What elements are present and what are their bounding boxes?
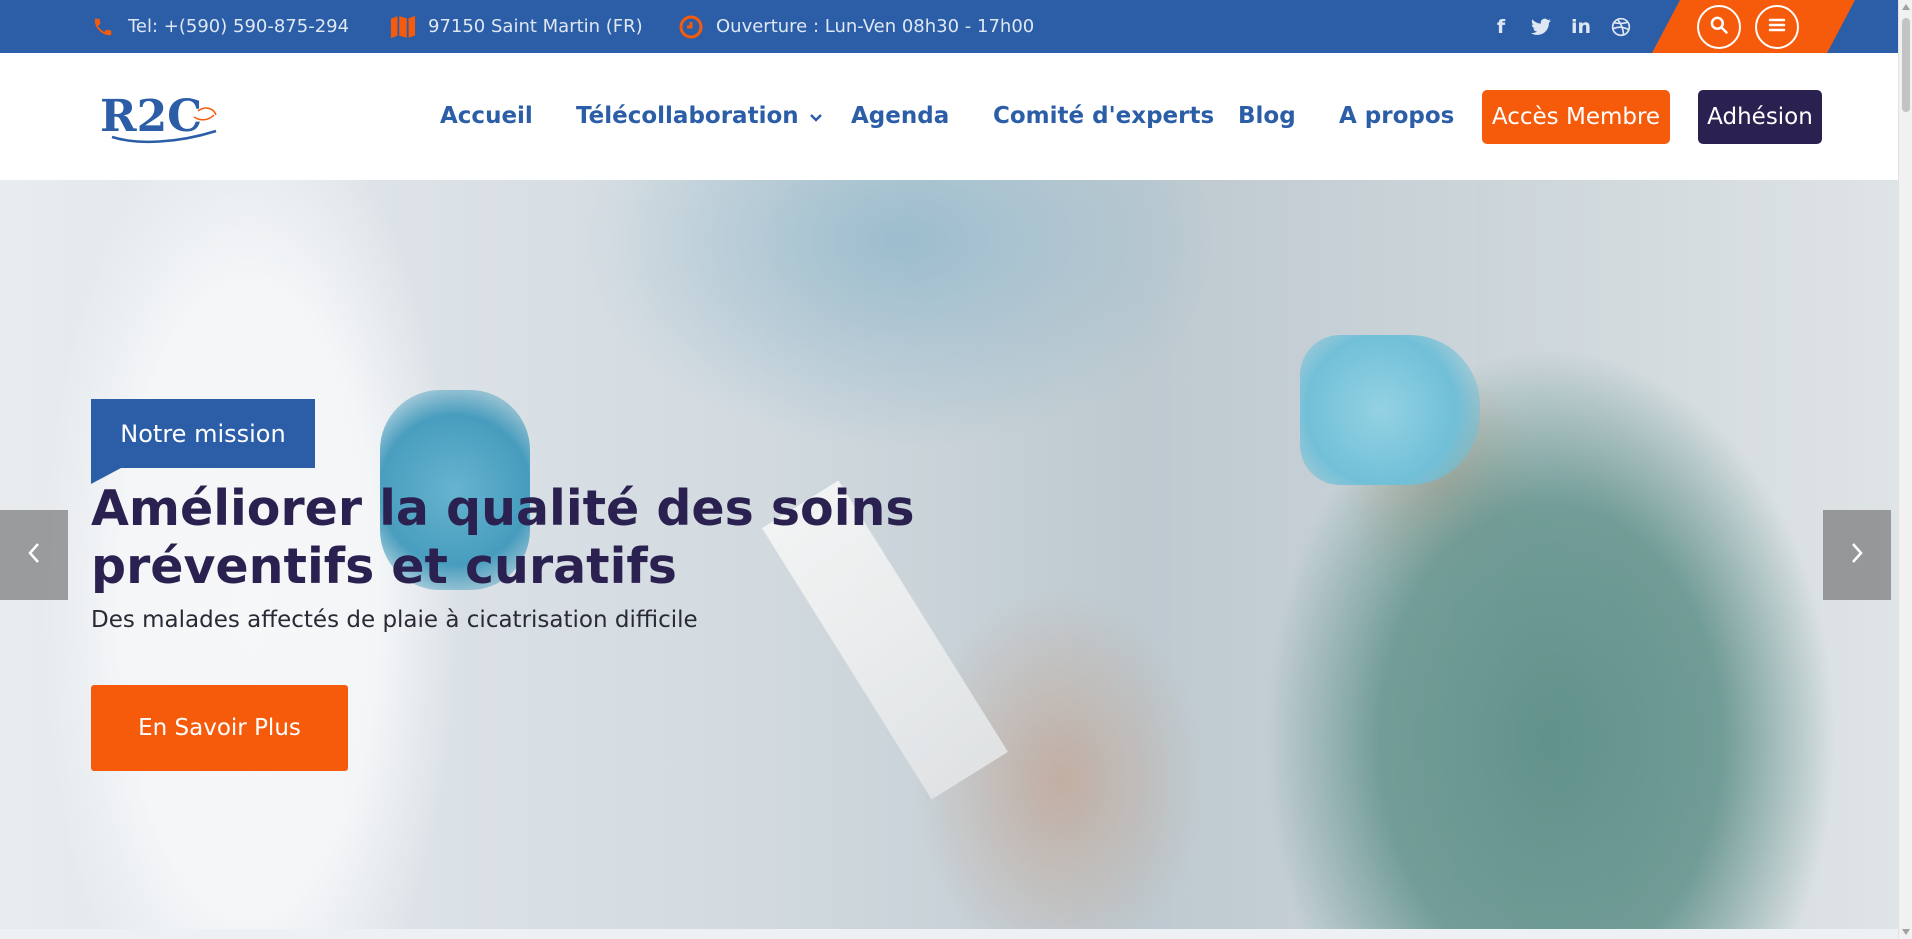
- scroll-down-icon[interactable]: [1902, 929, 1910, 935]
- menu-icon: [1767, 16, 1787, 38]
- search-icon: [1709, 15, 1729, 39]
- nav-telecollaboration-label: Télécollaboration: [576, 103, 799, 129]
- chevron-down-icon: [809, 103, 823, 129]
- nav-telecollaboration[interactable]: Télécollaboration: [576, 103, 823, 129]
- main-header: R2C Accueil Télécollaboration Agenda Com…: [0, 53, 1898, 180]
- social-links: f in: [1490, 0, 1632, 53]
- chevron-right-icon: [1849, 541, 1865, 569]
- site-logo[interactable]: R2C: [98, 89, 232, 145]
- member-access-button[interactable]: Accès Membre: [1482, 90, 1670, 144]
- dribbble-icon[interactable]: [1610, 16, 1632, 38]
- search-button[interactable]: [1697, 5, 1741, 49]
- page-scrollbar[interactable]: [1898, 0, 1912, 939]
- mission-badge: Notre mission: [91, 399, 315, 484]
- learn-more-button[interactable]: En Savoir Plus: [91, 685, 348, 771]
- phone-text: Tel: +(590) 590-875-294: [128, 16, 350, 37]
- slider-next-button[interactable]: [1823, 510, 1891, 600]
- facebook-icon[interactable]: f: [1490, 16, 1512, 38]
- linkedin-icon[interactable]: in: [1570, 16, 1592, 38]
- scroll-thumb[interactable]: [1902, 18, 1910, 112]
- nav-agenda[interactable]: Agenda: [851, 103, 949, 129]
- chevron-left-icon: [26, 541, 42, 569]
- hours-info: Ouverture : Lun-Ven 08h30 - 17h00: [678, 0, 1034, 53]
- nav-blog[interactable]: Blog: [1238, 103, 1296, 129]
- phone-icon: [90, 14, 116, 40]
- map-icon: [390, 14, 416, 40]
- scroll-up-icon[interactable]: [1902, 4, 1910, 10]
- logo-text: R2C: [100, 91, 202, 142]
- hours-text: Ouverture : Lun-Ven 08h30 - 17h00: [716, 16, 1035, 37]
- section-divider: [0, 929, 1898, 939]
- clock-icon: [678, 14, 704, 40]
- slider-prev-button[interactable]: [0, 510, 68, 600]
- menu-button[interactable]: [1755, 5, 1799, 49]
- nav-accueil[interactable]: Accueil: [440, 103, 533, 129]
- hero-subtitle: Des malades affectés de plaie à cicatris…: [91, 607, 698, 633]
- top-bar: Tel: +(590) 590-875-294 97150 Saint Mart…: [0, 0, 1898, 53]
- address-text: 97150 Saint Martin (FR): [428, 16, 643, 37]
- twitter-icon[interactable]: [1530, 16, 1552, 38]
- nav-apropos[interactable]: A propos: [1339, 103, 1454, 129]
- topbar-actions: [1652, 0, 1855, 53]
- hero-title: Améliorer la qualité des soins préventif…: [91, 480, 915, 595]
- adhesion-button[interactable]: Adhésion: [1698, 90, 1822, 144]
- address-info: 97150 Saint Martin (FR): [390, 0, 643, 53]
- nav-comite[interactable]: Comité d'experts: [993, 103, 1214, 129]
- hero-slider: Notre mission Améliorer la qualité des s…: [0, 180, 1898, 929]
- phone-info[interactable]: Tel: +(590) 590-875-294: [90, 0, 349, 53]
